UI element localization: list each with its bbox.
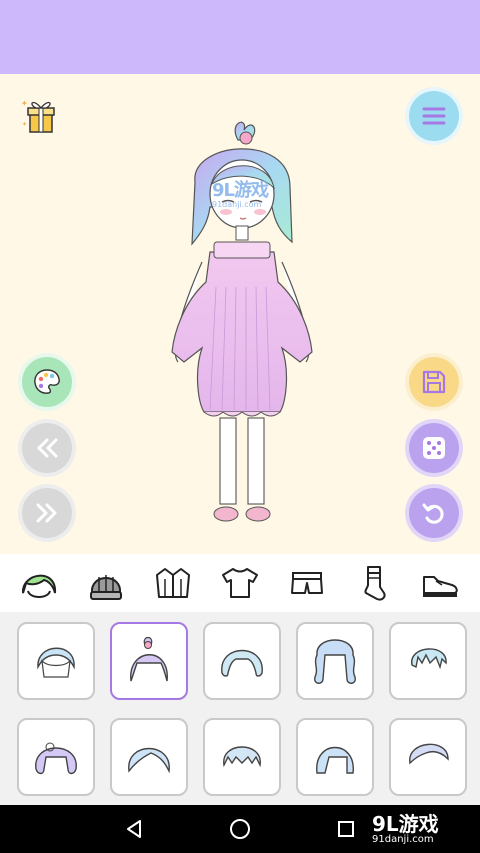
- menu-button[interactable]: [409, 91, 459, 141]
- hair-item[interactable]: [389, 718, 467, 796]
- dressup-stage: ✦ ✦ 9L游戏 91danji.com: [0, 74, 480, 554]
- next-button[interactable]: [22, 488, 72, 538]
- hairstyle-side-part-icon: [128, 747, 170, 774]
- category-tab-bar: [0, 554, 480, 612]
- hairstyle-wavy-icon: [221, 649, 263, 677]
- top-bar: [0, 0, 480, 74]
- recents-icon: [338, 821, 354, 837]
- save-button[interactable]: [409, 357, 459, 407]
- watermark-url: 91danji.com: [212, 200, 262, 209]
- dice-icon: [423, 437, 445, 459]
- hair-item[interactable]: [17, 718, 95, 796]
- save-icon: [422, 370, 446, 394]
- recents-button[interactable]: [332, 815, 360, 843]
- previous-button[interactable]: [22, 423, 72, 473]
- watermark-corner: 9L游戏 91danji.com: [372, 808, 439, 845]
- tab-shoes[interactable]: [416, 561, 464, 605]
- hairstyle-curly-bob-icon: [35, 742, 77, 775]
- hairstyle-short-spiky-icon: [411, 648, 447, 670]
- hairstyle-swept-icon: [409, 743, 449, 765]
- tab-top[interactable]: [216, 561, 264, 605]
- palette-icon: [34, 369, 60, 394]
- hair-item[interactable]: [389, 622, 467, 700]
- hair-item[interactable]: [296, 718, 374, 796]
- back-icon: [127, 820, 141, 838]
- tab-socks[interactable]: [350, 561, 398, 605]
- watermark: 9L游戏 91danji.com: [212, 176, 269, 209]
- gift-icon[interactable]: ✦ ✦: [18, 92, 64, 138]
- item-grid: [0, 612, 480, 805]
- random-button[interactable]: [409, 423, 459, 473]
- shorts-icon: [290, 572, 323, 594]
- svg-text:✦: ✦: [21, 99, 28, 108]
- tab-hat[interactable]: [82, 561, 130, 605]
- back-button[interactable]: [120, 815, 148, 843]
- hamburger-menu-icon: [422, 107, 446, 125]
- beanie-icon: [90, 575, 123, 600]
- svg-text:✦: ✦: [22, 121, 27, 128]
- home-icon: [230, 819, 250, 839]
- double-chevron-right-icon: [36, 503, 57, 523]
- undo-button[interactable]: [409, 488, 459, 538]
- tab-bottom[interactable]: [283, 561, 331, 605]
- hair-item[interactable]: [17, 622, 95, 700]
- watermark-brand: 9L游戏: [212, 180, 269, 201]
- hairstyle-straight-bob-icon: [316, 747, 354, 774]
- tab-jacket[interactable]: [149, 561, 197, 605]
- hair-item[interactable]: [296, 622, 374, 700]
- hair-icon: [22, 574, 57, 598]
- watermark-corner-url: 91danji.com: [372, 834, 434, 845]
- hair-item[interactable]: [110, 718, 188, 796]
- shoe-icon: [423, 576, 459, 597]
- double-chevron-left-icon: [37, 438, 58, 458]
- hairstyle-icon: [37, 647, 75, 678]
- hairstyle-ponytail-icon: [130, 636, 168, 682]
- tab-hair[interactable]: [15, 561, 63, 605]
- home-button[interactable]: [226, 815, 254, 843]
- hair-item[interactable]: [203, 718, 281, 796]
- sock-icon: [364, 566, 386, 601]
- hair-item-selected[interactable]: [110, 622, 188, 700]
- hair-item[interactable]: [203, 622, 281, 700]
- character-doll: [171, 121, 313, 522]
- undo-icon: [422, 503, 444, 524]
- tshirt-icon: [221, 568, 258, 598]
- jacket-icon: [156, 568, 191, 598]
- hairstyle-long-wavy-icon: [314, 639, 356, 684]
- palette-button[interactable]: [22, 357, 72, 407]
- watermark-corner-brand: 9L游戏: [372, 812, 439, 836]
- hairstyle-fringe-icon: [223, 746, 261, 768]
